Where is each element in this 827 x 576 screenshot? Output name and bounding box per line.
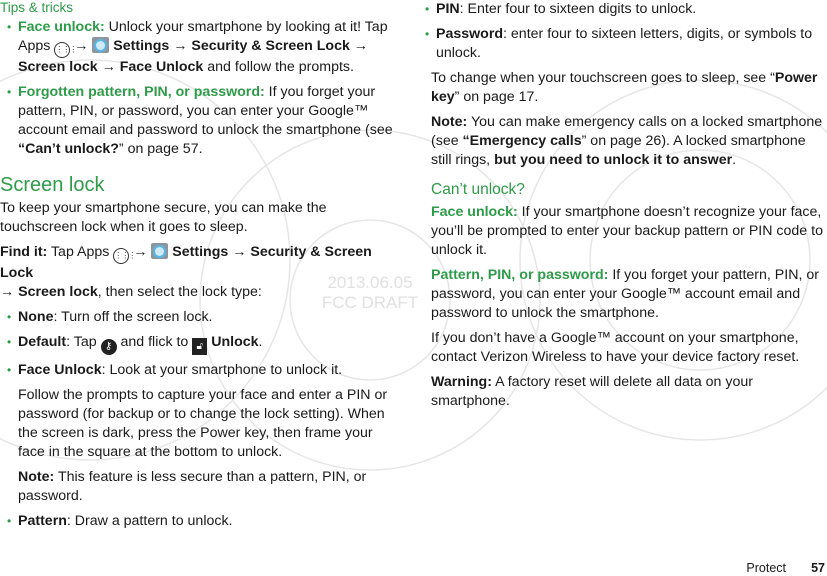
left-column: Tips & tricks Face unlock: Unlock your s… <box>0 0 400 531</box>
cant-unlock-heading: Can’t unlock? <box>431 181 525 198</box>
lock-type-pattern: Pattern: Draw a pattern to unlock. <box>0 512 400 531</box>
cant-unlock-pattern: Pattern, PIN, or password: If you forget… <box>431 267 819 321</box>
lock-type-face-unlock: Face Unlock: Look at your smartphone to … <box>0 361 400 380</box>
settings-gear-icon <box>92 37 110 53</box>
lock-type-password: Password: enter four to sixteen letters,… <box>418 25 827 63</box>
section-title-screen-lock: Screen lock <box>0 174 105 196</box>
settings-gear-icon <box>151 243 169 259</box>
lock-type-pin: PIN: Enter four to sixteen digits to unl… <box>418 0 827 19</box>
footer-section: Protect <box>746 561 786 575</box>
emergency-calls-link[interactable]: “Emergency calls <box>463 133 582 149</box>
tip-face-unlock: Face unlock: Unlock your smartphone by l… <box>0 18 400 77</box>
tip-forgotten-password: Forgotten pattern, PIN, or password: If … <box>0 83 400 159</box>
key-icon: ⚷ <box>100 339 117 355</box>
no-google-account: If you don’t have a Google™ account on y… <box>431 330 800 365</box>
sleep-info: To change when your touchscreen goes to … <box>431 70 818 105</box>
tips-heading: Tips & tricks <box>0 0 74 15</box>
cant-unlock-link[interactable]: “Can’t unlock? <box>18 141 119 157</box>
face-unlock-note: Note: This feature is less secure than a… <box>18 469 367 504</box>
face-unlock-detail: Follow the prompts to capture your face … <box>18 387 388 460</box>
apps-icon: ⋮⋮⋮ <box>113 248 136 264</box>
apps-icon: ⋮⋮⋮ <box>54 42 77 58</box>
emergency-note: Note: You can make emergency calls on a … <box>431 114 823 168</box>
screen-lock-intro: To keep your smartphone secure, you can … <box>0 200 327 235</box>
unlock-padlock-icon: 🔓︎ <box>192 338 208 355</box>
cant-unlock-face: Face unlock: If your smartphone doesn’t … <box>431 204 823 258</box>
lock-type-none: None: Turn off the screen lock. <box>0 308 400 327</box>
find-it: Find it: Tap Apps ⋮⋮⋮ → Settings → Secur… <box>0 243 372 300</box>
right-column: PIN: Enter four to sixteen digits to unl… <box>425 0 827 411</box>
page-number: 57 <box>811 561 825 575</box>
lock-type-default: Default: Tap ⚷ and flick to 🔓︎ Unlock. <box>0 333 400 355</box>
factory-reset-warning: Warning: A factory reset will delete all… <box>431 374 753 409</box>
